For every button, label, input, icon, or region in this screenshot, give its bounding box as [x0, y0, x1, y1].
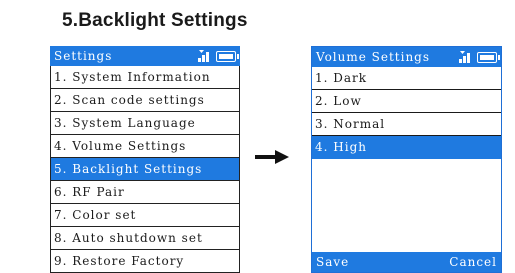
volume-options-list: 1. Dark 2. Low 3. Normal 4. High [312, 67, 501, 159]
settings-menu-item[interactable]: 3. System Language [50, 112, 240, 135]
save-softkey[interactable]: Save [316, 255, 349, 269]
signal-icon [459, 51, 470, 63]
signal-icon [198, 50, 209, 62]
battery-icon [216, 50, 239, 62]
battery-icon [477, 51, 500, 63]
settings-menu: 1. System Information 2. Scan code settin… [50, 66, 240, 273]
settings-screen: Settings 1. System Information 2. Scan co… [50, 46, 240, 273]
settings-menu-item[interactable]: 7. Color set [50, 204, 240, 227]
settings-menu-item[interactable]: 9. Restore Factory [50, 250, 240, 273]
settings-menu-item[interactable]: 2. Scan code settings [50, 89, 240, 112]
volume-option-item[interactable]: 3. Normal [312, 113, 501, 136]
status-icons [198, 50, 239, 62]
settings-menu-item[interactable]: 1. System Information [50, 66, 240, 89]
softkey-bar: Save Cancel [312, 252, 501, 272]
settings-menu-item[interactable]: 6. RF Pair [50, 181, 240, 204]
volume-settings-screen: Volume Settings 1. Dark 2. Low 3. Normal 4.… [311, 46, 502, 273]
page-heading: 5.Backlight Settings [62, 10, 248, 31]
right-arrow-icon [255, 150, 289, 164]
status-icons [459, 51, 500, 63]
settings-title: Settings [54, 49, 113, 63]
volume-option-item[interactable]: 2. Low [312, 90, 501, 113]
settings-menu-item[interactable]: 8. Auto shutdown set [50, 227, 240, 250]
volume-option-item[interactable]: 1. Dark [312, 67, 501, 90]
cancel-softkey[interactable]: Cancel [449, 255, 497, 269]
volume-title-bar: Volume Settings [312, 47, 501, 67]
volume-option-item[interactable]: 4. High [312, 136, 501, 159]
settings-title-bar: Settings [50, 46, 240, 66]
volume-title: Volume Settings [316, 50, 431, 64]
settings-menu-item[interactable]: 5. Backlight Settings [50, 158, 240, 181]
settings-menu-item[interactable]: 4. Volume Settings [50, 135, 240, 158]
